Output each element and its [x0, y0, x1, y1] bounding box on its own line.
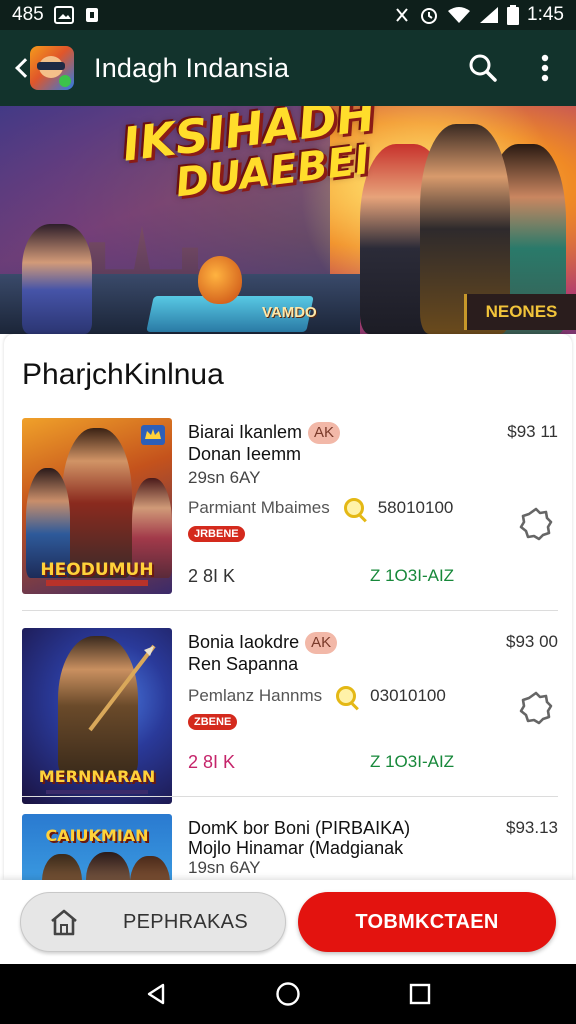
game-thumbnail[interactable]: CAIUKMIAN [22, 814, 172, 880]
item-change: Z 1O3I-AIZ [370, 566, 455, 585]
list-item[interactable]: HEODUMUH Biarai Ikanlem AK Donan Ieemm 29… [22, 418, 558, 600]
item-meta: Pemlanz Hannms 03010100 [188, 686, 446, 706]
app-bar: Indagh Indansia [0, 30, 576, 106]
item-price: $93.13 [506, 818, 558, 837]
meta-label: Parmiant Mbaimes [188, 498, 330, 517]
meta-label: Pemlanz Hannms [188, 686, 323, 705]
item-tag-pill: JRBENE [188, 526, 245, 542]
app-logo[interactable] [30, 46, 74, 90]
meta-value: 03010100 [370, 686, 446, 705]
battery-icon [507, 5, 520, 25]
thumbnail-caption: MERNNARAN [38, 767, 156, 786]
treasure-bag-illustration [198, 256, 242, 304]
alarm-icon [419, 5, 439, 25]
banner-subtitle: VAMDO [262, 304, 317, 321]
primary-button[interactable]: TOBMKCTAEN [298, 892, 556, 952]
home-icon [51, 909, 77, 936]
item-price: $93 00 [506, 632, 558, 651]
section-title: PharjchKinlnua [22, 358, 224, 391]
item-badge: AK [305, 632, 338, 655]
gear-icon[interactable] [518, 690, 554, 726]
item-change: Z 1O3I-AIZ [370, 752, 455, 771]
item-name[interactable]: Bonia Iaokdre AK Ren Sapanna [188, 632, 438, 674]
bottom-action-bar: PEPHRAKAS TOBMKCTAEN [0, 880, 576, 964]
status-time-left: 485 [12, 4, 44, 25]
promo-banner[interactable]: IKSIHADH DUAEBEI VAMDO NEONES [0, 106, 576, 334]
item-price: $93 11 [507, 422, 558, 441]
status-bar: 485 1:45 [0, 0, 576, 30]
item-tag-pill: ZBENE [188, 714, 238, 730]
item-date: 29sn 6AY [188, 468, 261, 487]
primary-button-label: TOBMKCTAEN [355, 910, 499, 933]
gear-icon[interactable] [518, 506, 554, 542]
item-date: 19sn 6AY [188, 858, 261, 877]
lock-notification-icon [84, 6, 100, 24]
nav-back-icon[interactable] [136, 974, 176, 1014]
meta-value: 58010100 [377, 498, 454, 517]
secondary-button[interactable]: PEPHRAKAS [20, 892, 286, 952]
list-item[interactable]: MERNNARAN Bonia Iaokdre AK Ren Sapanna $9… [22, 628, 558, 810]
banner-tag: NEONES [464, 294, 576, 330]
item-name[interactable]: DomK bor Boni (PIRBAIKA) Mojlo Hinamar (… [188, 818, 488, 858]
coin-icon [343, 498, 364, 518]
item-meta: Parmiant Mbaimes 58010100 [188, 498, 453, 518]
character-illustration [22, 224, 92, 334]
more-vert-icon[interactable] [528, 51, 562, 85]
thumbnail-caption: HEODUMUH [40, 560, 154, 580]
spear-illustration [88, 644, 156, 732]
vibrate-icon [393, 6, 411, 24]
nav-home-icon[interactable] [268, 974, 308, 1014]
system-nav-bar [0, 964, 576, 1024]
divider [22, 610, 558, 611]
coin-icon [336, 686, 357, 706]
item-count: 2 8I K [188, 752, 236, 772]
crown-icon [141, 425, 165, 445]
signal-icon [479, 6, 499, 24]
item-count: 2 8I K [188, 566, 236, 586]
search-icon[interactable] [466, 51, 500, 85]
gallery-notification-icon [53, 6, 74, 24]
status-time-right: 1:45 [527, 4, 564, 25]
item-badge: AK [308, 422, 341, 445]
item-name[interactable]: Biarai Ikanlem AK Donan Ieemm [188, 422, 438, 464]
game-thumbnail[interactable]: MERNNARAN [22, 628, 172, 804]
wifi-icon [447, 6, 471, 24]
nav-recents-icon[interactable] [400, 974, 440, 1014]
content-card: PharjchKinlnua HEODUMUH Biarai Ikanlem AK… [4, 334, 572, 880]
thumbnail-caption: CAIUKMIAN [45, 826, 149, 845]
divider [22, 796, 558, 797]
secondary-button-label: PEPHRAKAS [123, 910, 248, 933]
game-thumbnail[interactable]: HEODUMUH [22, 418, 172, 594]
app-title: Indagh Indansia [94, 52, 290, 83]
list-item[interactable]: CAIUKMIAN DomK bor Boni (PIRBAIKA) Mojlo… [22, 814, 558, 880]
